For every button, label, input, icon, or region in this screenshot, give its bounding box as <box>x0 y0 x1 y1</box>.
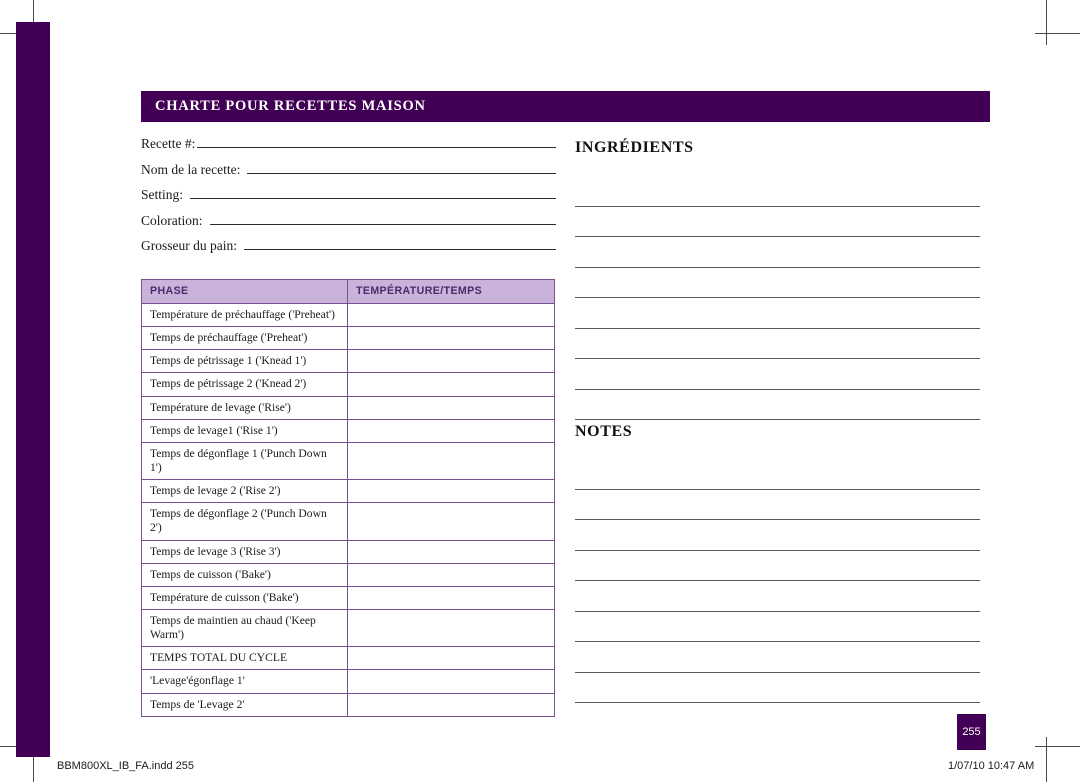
field-row-grosseur-du-pain: Grosseur du pain: <box>141 236 556 262</box>
phase-label-cell: 'Levage'égonflage 1' <box>141 669 348 694</box>
phase-value-cell[interactable] <box>347 326 555 351</box>
ingredient-line[interactable] <box>575 207 980 237</box>
notes-line[interactable] <box>575 459 980 490</box>
table-row: Temps de dégonflage 2 ('Punch Down 2') <box>141 502 555 541</box>
field-row-nom-de-la-recette: Nom de la recette: <box>141 160 556 186</box>
phase-value-cell[interactable] <box>347 418 555 443</box>
phase-label-cell: Temps de maintien au chaud ('Keep Warm') <box>141 608 348 648</box>
table-row: Temps de maintien au chaud ('Keep Warm') <box>141 608 555 648</box>
phase-value-cell[interactable] <box>347 539 555 564</box>
field-label-setting: Setting: <box>141 187 184 202</box>
phase-label-cell: Temps de levage 3 ('Rise 3') <box>141 539 348 564</box>
phase-value-cell[interactable] <box>347 302 555 328</box>
page-title: CHARTE POUR RECETTES MAISON <box>155 98 426 114</box>
field-row-setting: Setting: <box>141 185 556 211</box>
notes-line[interactable] <box>575 551 980 581</box>
phase-value-cell[interactable] <box>347 562 555 587</box>
table-row: TEMPS TOTAL DU CYCLE <box>141 646 555 671</box>
phase-value-cell[interactable] <box>347 502 555 541</box>
phase-label-cell: Temps de dégonflage 2 ('Punch Down 2') <box>141 502 348 541</box>
phase-value-cell[interactable] <box>347 608 555 648</box>
ingredient-line[interactable] <box>575 329 980 359</box>
phase-label-cell: Température de préchauffage ('Preheat') <box>141 302 348 328</box>
ingredient-line[interactable] <box>575 390 980 420</box>
field-label-coloration: Coloration: <box>141 212 203 228</box>
section-title-banner: CHARTE POUR RECETTES MAISON <box>141 91 990 122</box>
table-row: Temps de levage1 ('Rise 1') <box>141 418 555 443</box>
page-edge-color-bar <box>16 22 50 757</box>
notes-line[interactable] <box>575 520 980 551</box>
phase-value-cell[interactable] <box>347 372 555 397</box>
table-row: Température de levage ('Rise') <box>141 395 555 420</box>
crop-mark-bottom-right-horizontal <box>1035 746 1080 747</box>
field-label-recette-numero: Recette #: <box>141 136 196 151</box>
table-header-row: PHASE TEMPÉRATURE/TEMPS <box>141 279 555 304</box>
field-label-grosseur-du-pain: Grosseur du pain: <box>141 238 237 253</box>
column-header-phase: PHASE <box>141 279 348 304</box>
phase-label-cell: Temps de préchauffage ('Preheat') <box>141 326 348 351</box>
notes-line[interactable] <box>575 490 980 520</box>
notes-line[interactable] <box>575 642 980 673</box>
phase-label-cell: Temps de levage1 ('Rise 1') <box>141 418 348 443</box>
table-row: Temps de préchauffage ('Preheat') <box>141 326 555 351</box>
ingredient-line[interactable] <box>575 237 980 268</box>
field-row-recette-numero: Recette #: <box>141 134 556 160</box>
table-row: Temps de dégonflage 1 ('Punch Down 1') <box>141 441 555 481</box>
table-row: Temps de levage 3 ('Rise 3') <box>141 539 555 564</box>
phase-value-cell[interactable] <box>347 395 555 420</box>
table-row: Temps de pétrissage 1 ('Knead 1') <box>141 349 555 374</box>
phase-label-cell: Température de cuisson ('Bake') <box>141 585 348 610</box>
phase-value-cell[interactable] <box>347 479 555 504</box>
notes-line[interactable] <box>575 581 980 612</box>
ingredient-line[interactable] <box>575 176 980 207</box>
ingredient-line[interactable] <box>575 268 980 298</box>
footer-timestamp-slug: 1/07/10 10:47 AM <box>948 760 1035 772</box>
phase-label-cell: Temps de 'Levage 2' <box>141 692 348 717</box>
phase-value-cell[interactable] <box>347 441 555 481</box>
ingredient-line[interactable] <box>575 298 980 329</box>
field-blank-nom-de-la-recette[interactable] <box>247 160 556 174</box>
footer-filename-slug: BBM800XL_IB_FA.indd 255 <box>57 760 194 772</box>
table-row: 'Levage'égonflage 1' <box>141 669 555 694</box>
table-row: Temps de pétrissage 2 ('Knead 2') <box>141 372 555 397</box>
notes-line[interactable] <box>575 673 980 703</box>
table-row: Temps de levage 2 ('Rise 2') <box>141 479 555 504</box>
ingredient-line[interactable] <box>575 359 980 390</box>
table-row: Temps de cuisson ('Bake') <box>141 562 555 587</box>
page-number-badge: 255 <box>957 714 986 750</box>
notes-write-in-lines <box>575 459 980 703</box>
phase-label-cell: Temps de pétrissage 1 ('Knead 1') <box>141 349 348 374</box>
field-blank-recette-numero[interactable] <box>197 134 556 148</box>
field-row-coloration: Coloration: <box>141 211 556 237</box>
printed-page: CHARTE POUR RECETTES MAISON Recette #: N… <box>0 0 1080 782</box>
crop-mark-top-right-horizontal <box>1035 33 1080 34</box>
phase-label-cell: Temps de cuisson ('Bake') <box>141 562 348 587</box>
phase-value-cell[interactable] <box>347 669 555 694</box>
phase-label-cell: Temps de dégonflage 1 ('Punch Down 1') <box>141 441 348 481</box>
phase-label-cell: Temps de pétrissage 2 ('Knead 2') <box>141 372 348 397</box>
field-blank-coloration[interactable] <box>209 211 556 225</box>
notes-line[interactable] <box>575 612 980 642</box>
phase-label-cell: Temps de levage 2 ('Rise 2') <box>141 479 348 504</box>
phase-label-cell: Température de levage ('Rise') <box>141 395 348 420</box>
phase-label-cell: TEMPS TOTAL DU CYCLE <box>141 646 348 671</box>
crop-mark-bottom-right-vertical <box>1046 737 1047 782</box>
notes-heading: NOTES <box>575 423 633 440</box>
field-blank-setting[interactable] <box>190 185 556 199</box>
table-row: Température de cuisson ('Bake') <box>141 585 555 610</box>
table-row: Température de préchauffage ('Preheat') <box>141 302 555 328</box>
phase-value-cell[interactable] <box>347 646 555 671</box>
field-label-nom-de-la-recette: Nom de la recette: <box>141 161 241 177</box>
phase-value-cell[interactable] <box>347 692 555 717</box>
table-row: Temps de 'Levage 2' <box>141 692 555 717</box>
column-header-temperature-temps: TEMPÉRATURE/TEMPS <box>347 279 555 304</box>
phase-value-cell[interactable] <box>347 585 555 610</box>
ingredients-write-in-lines <box>575 176 980 420</box>
ingredients-heading: INGRÉDIENTS <box>575 139 694 156</box>
phase-value-cell[interactable] <box>347 349 555 374</box>
crop-mark-top-right-vertical <box>1046 0 1047 45</box>
field-blank-grosseur-du-pain[interactable] <box>243 236 556 250</box>
phase-temperature-table: PHASE TEMPÉRATURE/TEMPS Température de p… <box>141 279 555 717</box>
recipe-detail-fields: Recette #: Nom de la recette: Setting: C… <box>141 134 556 262</box>
